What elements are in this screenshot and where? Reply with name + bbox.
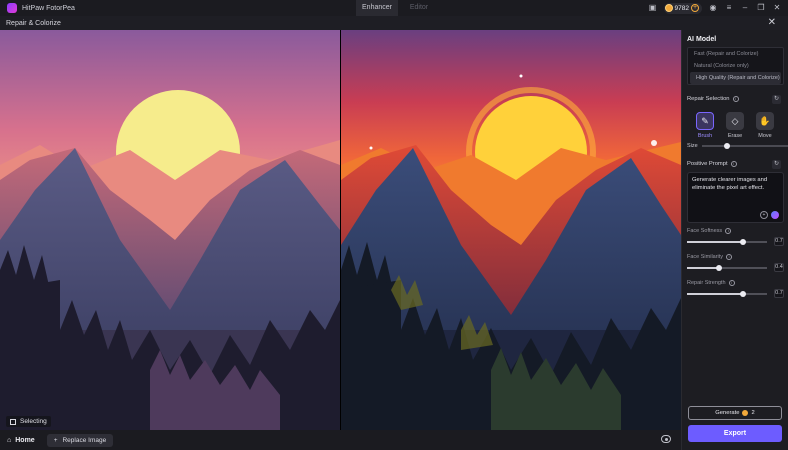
size-slider[interactable] bbox=[701, 143, 788, 149]
model-option-fast[interactable]: Fast (Repair and Colorize) bbox=[688, 48, 783, 60]
repair-strength-track[interactable] bbox=[687, 291, 767, 297]
minimize-icon[interactable]: – bbox=[740, 3, 750, 13]
maximize-icon[interactable]: ❐ bbox=[756, 3, 766, 13]
replace-image-label: Replace Image bbox=[62, 436, 107, 444]
selection-tools: ✎ Brush ◇ Erase ✋ Move bbox=[696, 112, 774, 139]
face-softness-value[interactable]: 0.7 bbox=[774, 237, 784, 246]
repair-strength-label-row: Repair Strength i bbox=[687, 280, 784, 286]
generate-button[interactable]: Generate 2 bbox=[688, 406, 782, 420]
size-label: Size bbox=[687, 143, 698, 149]
selecting-indicator[interactable]: Selecting bbox=[6, 416, 51, 427]
slider-knob[interactable] bbox=[740, 239, 746, 245]
home-icon: ⌂ bbox=[7, 436, 12, 444]
generate-cost: 2 bbox=[751, 410, 755, 416]
tab-enhancer[interactable]: Enhancer bbox=[356, 0, 398, 16]
image-canvas[interactable]: Selecting bbox=[0, 30, 681, 430]
eye-icon[interactable] bbox=[661, 435, 671, 443]
account-icon[interactable]: ◉ bbox=[708, 3, 718, 13]
erase-label: Erase bbox=[727, 133, 743, 139]
coin-icon bbox=[664, 4, 673, 12]
face-softness-slider: Face Softness i 0.7 bbox=[687, 228, 784, 246]
face-similarity-label-row: Face Similarity i bbox=[687, 254, 784, 260]
face-softness-label-row: Face Softness i bbox=[687, 228, 784, 234]
page-title: Repair & Colorize bbox=[6, 19, 61, 27]
selecting-label: Selecting bbox=[20, 418, 47, 425]
info-icon[interactable]: i bbox=[732, 96, 739, 102]
replace-image-button[interactable]: + Replace Image bbox=[46, 433, 114, 447]
move-tool[interactable]: ✋ Move bbox=[756, 112, 774, 139]
repair-selection-section: Repair Selection i bbox=[687, 96, 739, 102]
calendar-icon[interactable]: ▣ bbox=[648, 3, 658, 13]
ai-assist-icon[interactable] bbox=[771, 211, 779, 219]
coin-icon bbox=[742, 410, 749, 416]
export-button[interactable]: Export bbox=[688, 425, 782, 442]
titlebar-actions: ▣ 9782 + ◉ ≡ – ❐ ✕ bbox=[648, 2, 782, 14]
face-similarity-track[interactable] bbox=[687, 265, 767, 271]
slider-fill bbox=[687, 241, 743, 243]
add-prompt-icon[interactable]: + bbox=[760, 211, 768, 219]
selection-icon bbox=[10, 418, 16, 425]
face-similarity-slider: Face Similarity i 0.4 bbox=[687, 254, 784, 272]
prompt-actions: + bbox=[760, 211, 779, 219]
original-image bbox=[0, 30, 340, 430]
menu-icon[interactable]: ≡ bbox=[724, 3, 734, 13]
positive-prompt-section: Positive Prompt i bbox=[687, 161, 737, 167]
repair-strength-label: Repair Strength bbox=[687, 280, 726, 286]
hand-icon: ✋ bbox=[756, 112, 774, 130]
slider-fill bbox=[687, 293, 743, 295]
ai-model-title: AI Model bbox=[687, 36, 717, 43]
bottom-bar: ⌂ Home + Replace Image bbox=[0, 430, 681, 450]
info-icon[interactable]: i bbox=[730, 161, 737, 167]
brush-tool[interactable]: ✎ Brush bbox=[696, 112, 714, 139]
repair-strength-value[interactable]: 0.7 bbox=[774, 289, 784, 298]
settings-panel: AI Model Fast (Repair and Colorize) Natu… bbox=[681, 30, 788, 450]
info-icon[interactable]: i bbox=[725, 228, 732, 234]
tab-editor[interactable]: Editor bbox=[398, 0, 440, 16]
move-label: Move bbox=[758, 133, 772, 139]
coin-balance[interactable]: 9782 + bbox=[663, 2, 702, 14]
feature-header: Repair & Colorize ✕ bbox=[0, 16, 788, 30]
model-option-natural[interactable]: Natural (Colorize only) bbox=[688, 60, 783, 72]
positive-prompt-label: Positive Prompt bbox=[687, 161, 728, 167]
slider-fill bbox=[687, 267, 719, 269]
add-coins-icon[interactable]: + bbox=[691, 4, 699, 12]
generate-label: Generate bbox=[715, 410, 740, 416]
repair-selection-label: Repair Selection bbox=[687, 96, 730, 102]
coin-count: 9782 bbox=[674, 4, 689, 12]
mode-tabs: Enhancer Editor bbox=[356, 0, 440, 16]
repair-strength-slider: Repair Strength i 0.7 bbox=[687, 280, 784, 298]
home-button[interactable]: ⌂ Home bbox=[7, 437, 35, 444]
title-bar: HitPaw FotorPea Enhancer Editor ▣ 9782 +… bbox=[0, 0, 788, 16]
brush-size-control: Size bbox=[687, 143, 788, 149]
model-option-high-quality[interactable]: High Quality (Repair and Colorize) bbox=[690, 72, 781, 84]
erase-tool[interactable]: ◇ Erase bbox=[726, 112, 744, 139]
face-similarity-label: Face Similarity bbox=[687, 254, 724, 260]
reset-selection-icon[interactable]: ↻ bbox=[772, 95, 781, 104]
slider-knob[interactable] bbox=[740, 291, 746, 297]
face-softness-label: Face Softness bbox=[687, 228, 723, 234]
close-window-icon[interactable]: ✕ bbox=[772, 3, 782, 13]
app-name: HitPaw FotorPea bbox=[22, 4, 75, 12]
info-icon[interactable]: i bbox=[728, 280, 735, 286]
eraser-icon: ◇ bbox=[726, 112, 744, 130]
close-feature-icon[interactable]: ✕ bbox=[768, 17, 776, 28]
face-similarity-value[interactable]: 0.4 bbox=[774, 263, 784, 272]
ai-model-list: Fast (Repair and Colorize) Natural (Colo… bbox=[687, 47, 784, 85]
reset-prompt-icon[interactable]: ↻ bbox=[772, 160, 781, 169]
plus-icon: + bbox=[53, 436, 58, 444]
prompt-text: Generate clearer images and eliminate th… bbox=[692, 177, 768, 191]
face-softness-track[interactable] bbox=[687, 239, 767, 245]
brush-label: Brush bbox=[697, 133, 713, 139]
size-slider-knob[interactable] bbox=[723, 143, 730, 149]
slider-knob[interactable] bbox=[716, 265, 722, 271]
home-label: Home bbox=[15, 436, 35, 444]
repaired-image bbox=[341, 30, 681, 430]
brush-icon: ✎ bbox=[696, 112, 714, 130]
info-icon[interactable]: i bbox=[726, 254, 733, 260]
app-logo bbox=[7, 3, 17, 13]
prompt-input[interactable]: Generate clearer images and eliminate th… bbox=[687, 172, 784, 223]
